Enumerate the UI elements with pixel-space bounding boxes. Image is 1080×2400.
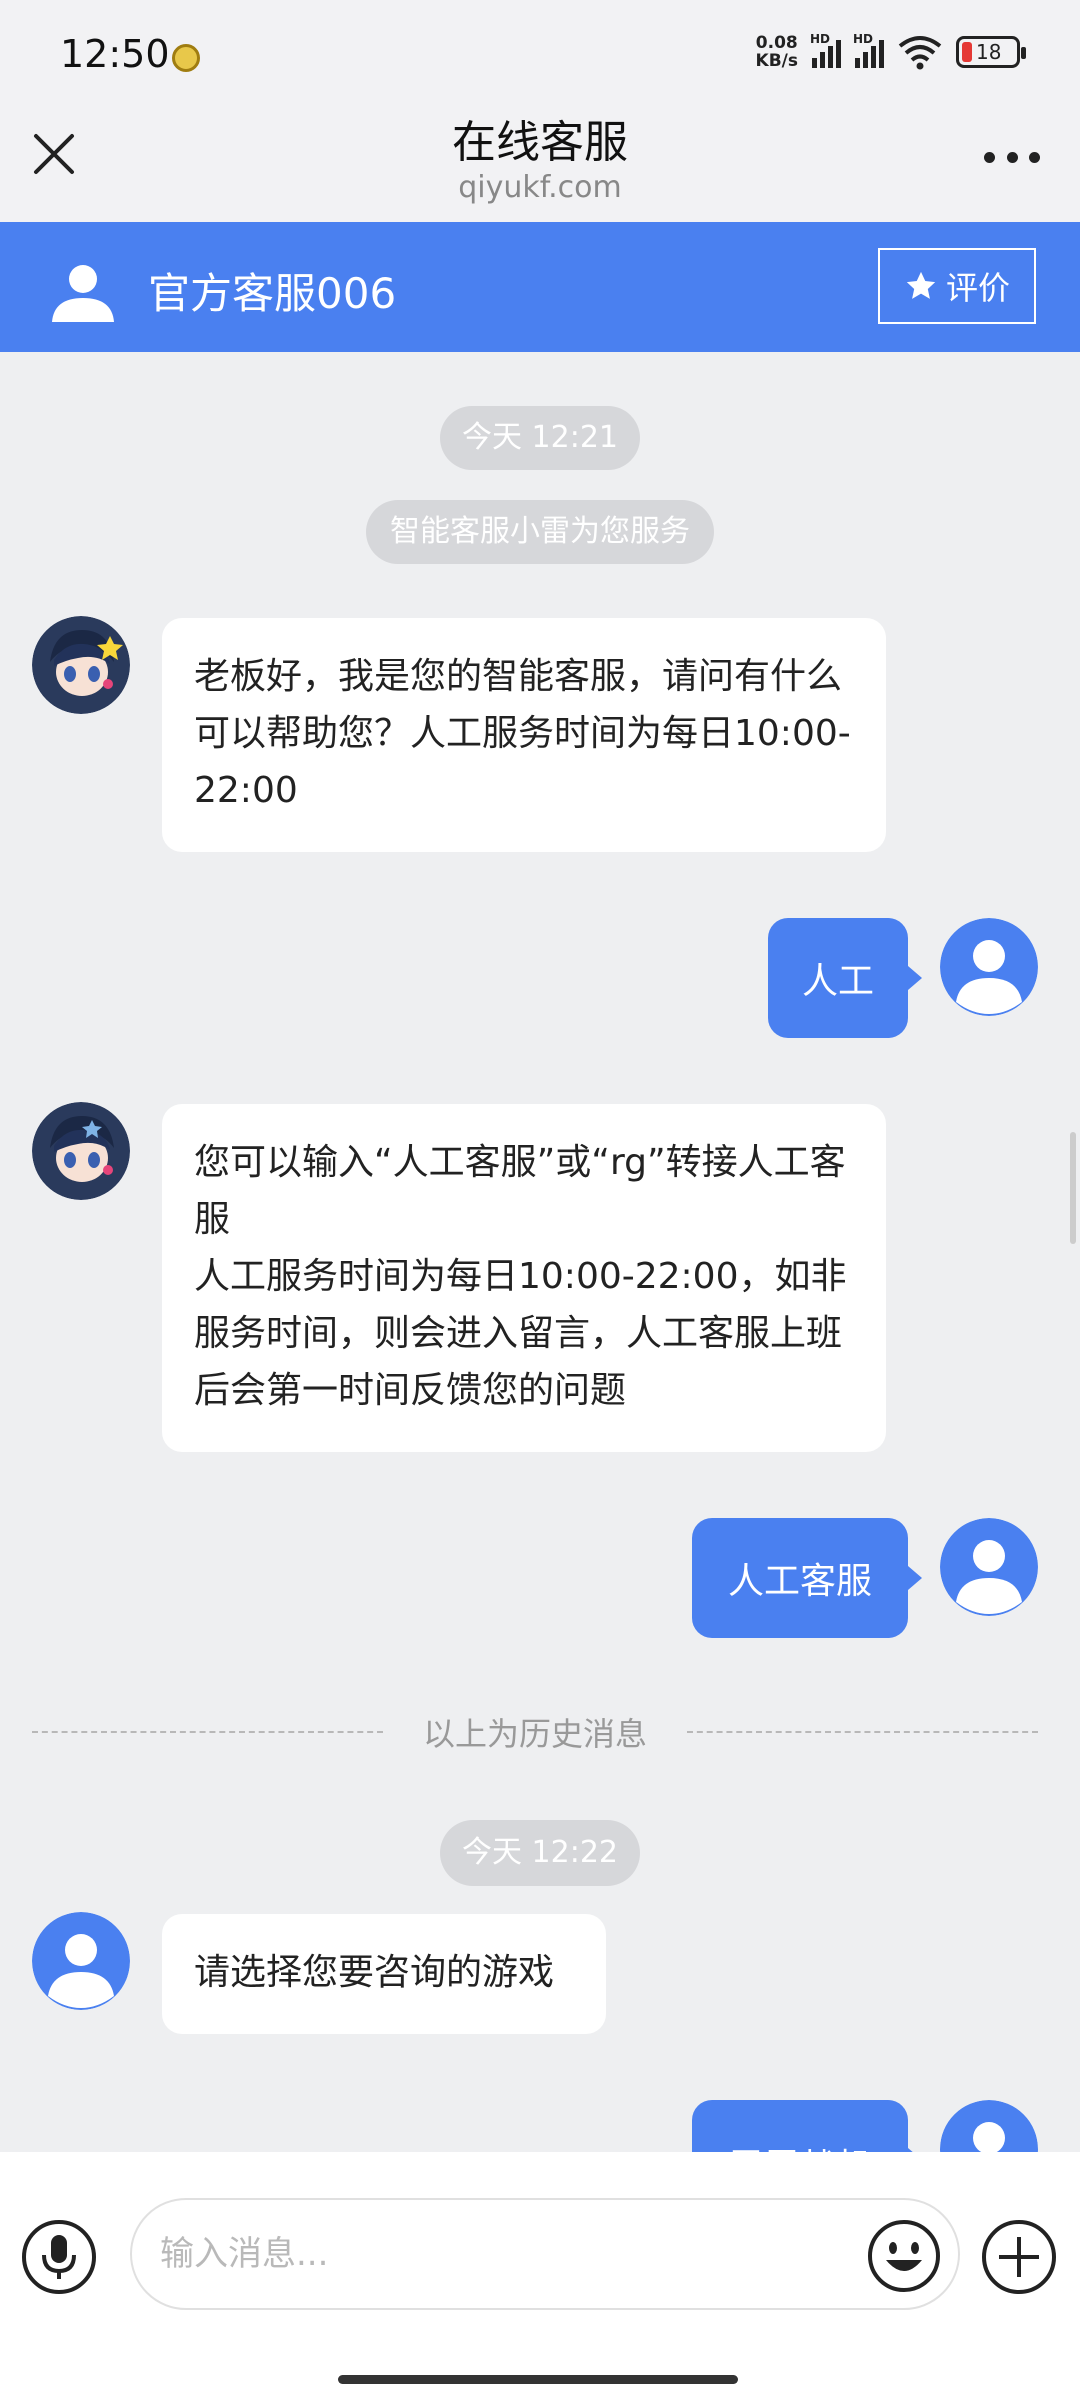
agent-message: 请选择您要咨询的游戏 <box>162 1914 606 2034</box>
agent-name: 官方客服006 <box>148 269 397 318</box>
voice-button[interactable] <box>22 2220 96 2294</box>
home-indicator[interactable] <box>338 2375 738 2384</box>
system-notice: 智能客服小雷为您服务 <box>366 500 714 564</box>
microphone-icon <box>42 2235 76 2279</box>
message-input[interactable] <box>130 2198 960 2310</box>
user-avatar <box>940 2100 1038 2152</box>
scrollbar[interactable] <box>1070 1132 1076 1244</box>
agent-header: 官方客服006 评价 <box>0 222 1080 352</box>
bot-message: 您可以输入“人工客服”或“rg”转接人工客服 人工服务时间为每日10:00-22… <box>162 1104 886 1452</box>
bot-avatar <box>32 616 130 714</box>
star-icon <box>906 271 936 299</box>
time-divider: 今天 12:21 <box>440 406 640 470</box>
nav-bar: 在线客服 qiyukf.com <box>0 100 1080 222</box>
page-title: 在线客服 <box>452 117 628 168</box>
wifi-icon <box>898 36 942 70</box>
history-divider: 以上为历史消息 <box>32 1710 1039 1754</box>
page-subtitle: qiyukf.com <box>458 170 622 205</box>
user-avatar <box>940 918 1038 1016</box>
time-divider: 今天 12:22 <box>440 1820 640 1886</box>
status-indicators: 0.08 KB/s HD HD 18 <box>755 32 1026 71</box>
rate-label: 评价 <box>945 269 1010 307</box>
bot-message: 老板好，我是您的智能客服，请问有什么可以帮助您？人工服务时间为每日10:00-2… <box>162 618 886 852</box>
add-attachment-icon[interactable] <box>982 2220 1056 2294</box>
agent-avatar <box>32 1912 130 2010</box>
status-time: 12:50 <box>60 32 170 76</box>
emoji-icon[interactable] <box>866 2218 942 2294</box>
network-speed: 0.08 KB/s <box>755 33 798 71</box>
chat-area[interactable]: 今天 12:21 智能客服小雷为您服务 老板好，我是您的智能客服，请问有什么可以… <box>0 352 1080 2152</box>
more-options-icon[interactable] <box>984 150 1040 164</box>
user-avatar <box>940 1518 1038 1616</box>
notification-app-icon <box>172 44 200 72</box>
agent-avatar-icon <box>52 265 114 322</box>
rate-button[interactable]: 评价 <box>878 248 1036 324</box>
user-message: 雷霆战机 <box>692 2100 922 2152</box>
bot-avatar <box>32 1102 130 1200</box>
battery-icon: 18 <box>956 36 1026 68</box>
input-bar <box>0 2152 1080 2360</box>
signal-1-icon: HD <box>810 32 841 68</box>
user-message: 人工 <box>768 918 922 1038</box>
user-message: 人工客服 <box>692 1518 922 1638</box>
status-bar: 12:50 0.08 KB/s HD HD 18 <box>0 0 1080 100</box>
signal-2-icon: HD <box>853 32 884 68</box>
